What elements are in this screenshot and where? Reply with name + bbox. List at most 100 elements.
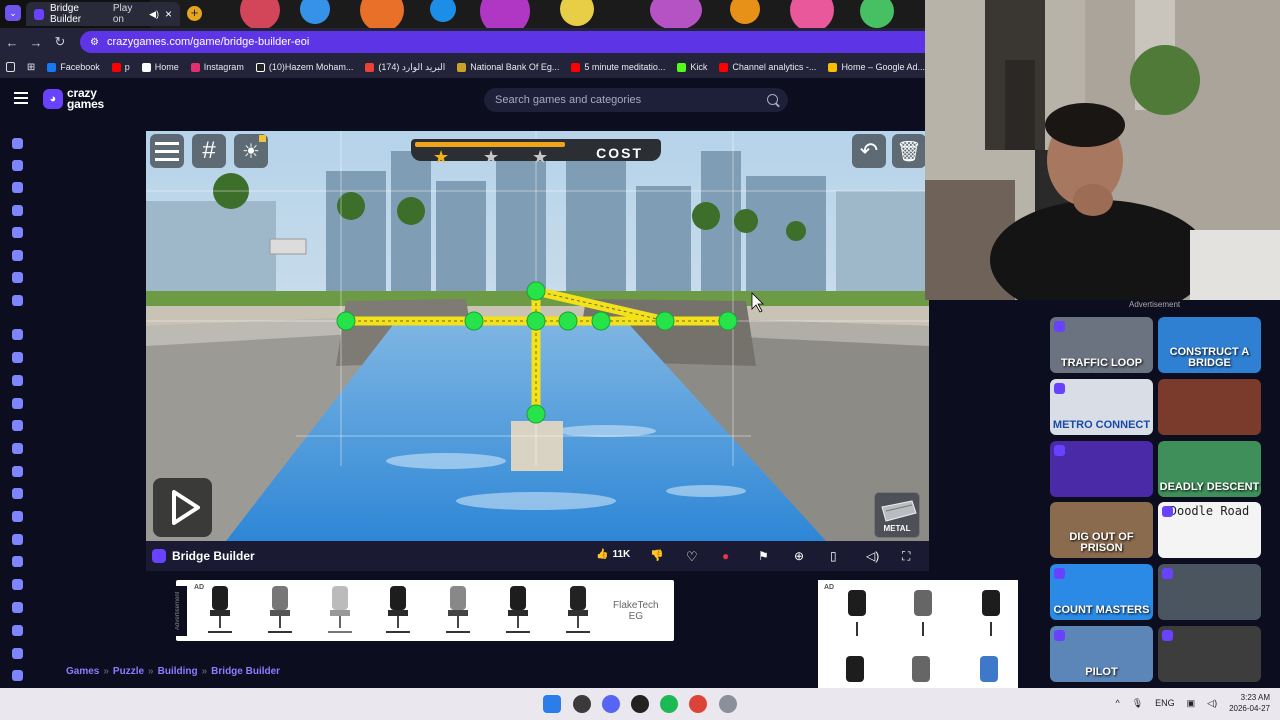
start-icon[interactable] bbox=[543, 695, 561, 713]
new-icon[interactable] bbox=[12, 182, 23, 193]
bookmark-tiktok[interactable]: (10)Hazem Moham... bbox=[255, 62, 353, 72]
game-thumb-wave-dash[interactable] bbox=[1050, 441, 1153, 497]
bookmark-facebook[interactable]: Facebook bbox=[47, 62, 100, 72]
volume-icon[interactable]: ◁) bbox=[1207, 698, 1217, 709]
record-icon[interactable]: ● bbox=[722, 549, 736, 563]
sidebar-toggle-icon[interactable] bbox=[6, 62, 15, 72]
beauty-icon[interactable] bbox=[12, 398, 23, 409]
chrome-icon[interactable] bbox=[689, 695, 707, 713]
game-thumb-racing[interactable] bbox=[1158, 626, 1261, 682]
game-canvas[interactable]: # ☀ ★ ★ ★ COST ↶ 🗑 METAL bbox=[146, 131, 929, 541]
game-thumb-moto-race[interactable] bbox=[1158, 379, 1261, 435]
thumbs-up-icon: 👍 bbox=[596, 549, 609, 560]
mic-icon[interactable]: 🎙 bbox=[1132, 698, 1143, 709]
sound-icon[interactable]: ◁) bbox=[866, 549, 880, 563]
search-input[interactable]: Search games and categories bbox=[484, 88, 788, 112]
action-icon[interactable] bbox=[12, 329, 23, 340]
recent-icon[interactable] bbox=[12, 160, 23, 171]
breadcrumb-games[interactable]: Games bbox=[66, 666, 99, 677]
back-icon[interactable]: ← bbox=[0, 35, 24, 50]
bookmark-channel-analytics[interactable]: Channel analytics -... bbox=[719, 62, 816, 72]
tab-bridge-builder[interactable]: Bridge Builder Play on ◀) × bbox=[26, 2, 180, 26]
discord-icon[interactable] bbox=[602, 695, 620, 713]
new-tab-button[interactable]: + bbox=[187, 6, 202, 21]
game-thumb-traffic-loop[interactable]: TRAFFIC LOOP bbox=[1050, 317, 1153, 373]
side-ad[interactable]: AD bbox=[818, 580, 1018, 688]
clicker-icon[interactable] bbox=[12, 488, 23, 499]
game-thumb-pilot[interactable]: PILOT bbox=[1050, 626, 1153, 682]
game-thumb-count-masters[interactable]: COUNT MASTERS bbox=[1050, 564, 1153, 620]
driving-icon[interactable] bbox=[12, 534, 23, 545]
delete-button[interactable]: 🗑 bbox=[892, 134, 926, 168]
originals-icon[interactable] bbox=[12, 250, 23, 261]
site-info-icon[interactable]: ⚙ bbox=[90, 37, 99, 48]
bookmark-meditation[interactable]: 5 minute meditatio... bbox=[571, 62, 665, 72]
horror-icon[interactable] bbox=[12, 625, 23, 636]
apps-grid-icon[interactable]: ⊞ bbox=[27, 62, 35, 73]
embed-icon[interactable]: ⊕ bbox=[794, 549, 808, 563]
bookmark-national-bank[interactable]: National Bank Of Eg... bbox=[457, 62, 559, 72]
multiplayer-icon[interactable] bbox=[12, 272, 23, 283]
bookmark-gmail[interactable]: (174) البريد الوارد bbox=[365, 62, 445, 73]
basketball-icon[interactable] bbox=[12, 375, 23, 386]
breadcrumb-puzzle[interactable]: Puzzle bbox=[113, 666, 144, 677]
settings-icon[interactable] bbox=[719, 695, 737, 713]
io-icon[interactable] bbox=[12, 648, 23, 659]
like-button[interactable]: 👍 11K bbox=[596, 549, 630, 560]
app-icon[interactable] bbox=[573, 695, 591, 713]
breadcrumb-bridge-builder[interactable]: Bridge Builder bbox=[211, 666, 280, 677]
mahjong-icon[interactable] bbox=[12, 670, 23, 681]
game-menu-button[interactable] bbox=[150, 134, 184, 168]
language-indicator[interactable]: ENG bbox=[1155, 698, 1175, 708]
escape-icon[interactable] bbox=[12, 556, 23, 567]
tab-menu-button[interactable]: ⌄ bbox=[5, 5, 21, 21]
game-thumb-doodle-road[interactable]: Doodle Road bbox=[1158, 502, 1261, 558]
fullscreen-icon[interactable]: ⛶ bbox=[902, 549, 916, 563]
spotify-icon[interactable] bbox=[660, 695, 678, 713]
reload-icon[interactable]: ↻ bbox=[48, 34, 72, 50]
crazygames-logo[interactable]: ◕ crazy games bbox=[43, 87, 104, 110]
chevron-up-icon[interactable]: ^ bbox=[1115, 698, 1119, 708]
game-thumb-archery[interactable] bbox=[1158, 564, 1261, 620]
forward-icon[interactable]: → bbox=[24, 35, 48, 50]
menu-icon[interactable] bbox=[14, 92, 28, 104]
bookmark-x-home[interactable]: Home bbox=[141, 62, 179, 72]
casual-icon[interactable] bbox=[12, 466, 23, 477]
bookmark-kick[interactable]: Kick bbox=[677, 62, 707, 72]
adventure-icon[interactable] bbox=[12, 352, 23, 363]
bookmark-google-ads[interactable]: Home – Google Ad... bbox=[828, 62, 925, 72]
theatre-mode-icon[interactable]: ▯ bbox=[830, 549, 844, 563]
game-thumb-construct-a-bridge[interactable]: CONSTRUCT A BRIDGE bbox=[1158, 317, 1261, 373]
bookmark-instagram[interactable]: Instagram bbox=[190, 62, 244, 72]
car-icon[interactable] bbox=[12, 420, 23, 431]
grid-toggle-button[interactable]: # bbox=[192, 134, 226, 168]
url-bar[interactable]: ⚙ crazygames.com/game/bridge-builder-eoi bbox=[80, 31, 925, 53]
trending-icon[interactable] bbox=[12, 205, 23, 216]
game-thumb-deadly-descent[interactable]: DEADLY DESCENT bbox=[1158, 441, 1261, 497]
card-icon[interactable] bbox=[12, 443, 23, 454]
game-thumb-metro-connect[interactable]: METRO CONNECT bbox=[1050, 379, 1153, 435]
updated-icon[interactable] bbox=[12, 227, 23, 238]
favorite-heart-icon[interactable]: ♡ bbox=[686, 549, 700, 564]
undo-button[interactable]: ↶ bbox=[852, 134, 886, 168]
flash-icon[interactable] bbox=[12, 579, 23, 590]
banner-ad[interactable]: Advertisement AD FlakeTech EG bbox=[175, 580, 674, 641]
play-simulation-button[interactable] bbox=[153, 478, 212, 537]
thumbs-down-icon[interactable]: 👎 bbox=[650, 549, 664, 563]
search-icon[interactable] bbox=[767, 94, 778, 105]
tab-close-icon[interactable]: × bbox=[165, 7, 172, 21]
obs-icon[interactable] bbox=[631, 695, 649, 713]
clock[interactable]: 3:23 AM 2026-04-27 bbox=[1229, 692, 1270, 714]
fps-icon[interactable] bbox=[12, 602, 23, 613]
controller-icon[interactable] bbox=[12, 511, 23, 522]
report-flag-icon[interactable]: ⚑ bbox=[758, 549, 772, 563]
tab-audio-icon[interactable]: ◀) bbox=[149, 9, 159, 20]
network-icon[interactable]: ▣ bbox=[1187, 698, 1196, 709]
material-metal-button[interactable]: METAL bbox=[874, 492, 920, 538]
home-icon[interactable] bbox=[12, 138, 23, 149]
bookmark-p[interactable]: p bbox=[111, 62, 130, 72]
hint-button[interactable]: ☀ bbox=[234, 134, 268, 168]
breadcrumb-building[interactable]: Building bbox=[158, 666, 198, 677]
game-thumb-dig-out-of-prison[interactable]: DIG OUT OF PRISON bbox=[1050, 502, 1153, 558]
two-player-icon[interactable] bbox=[12, 295, 23, 306]
